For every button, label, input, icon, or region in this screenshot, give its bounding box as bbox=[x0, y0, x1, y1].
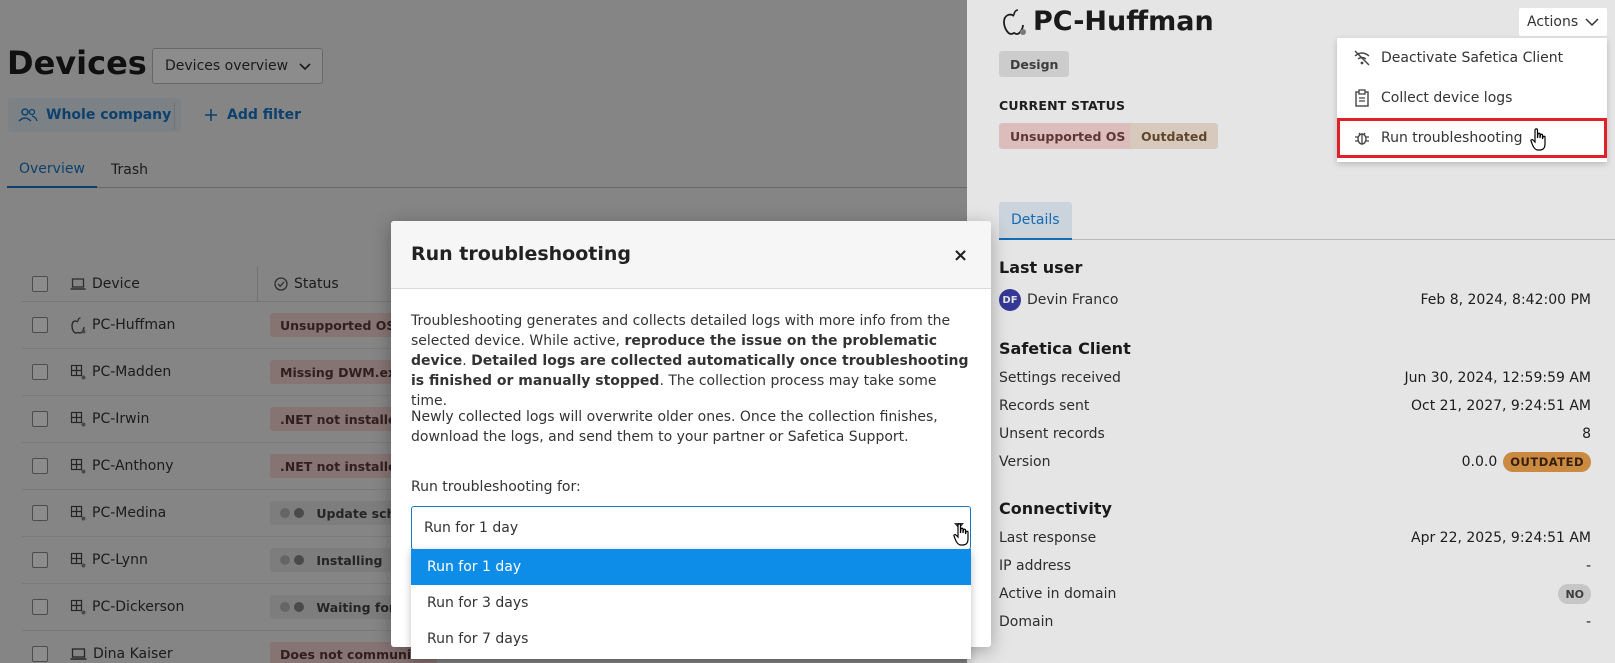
actions-menu: Deactivate Safetica Client Collect devic… bbox=[1337, 38, 1607, 162]
close-icon[interactable]: × bbox=[953, 245, 968, 266]
hand-cursor-icon bbox=[953, 523, 969, 546]
duration-select[interactable]: Run for 1 day bbox=[411, 506, 971, 550]
menu-item-label: Run troubleshooting bbox=[1381, 130, 1523, 146]
menu-item-collect-logs[interactable]: Collect device logs bbox=[1337, 78, 1607, 118]
hand-cursor-icon bbox=[1530, 128, 1546, 151]
clipboard-icon bbox=[1355, 89, 1369, 107]
duration-label: Run troubleshooting for: bbox=[411, 479, 581, 495]
menu-item-run-troubleshooting[interactable]: Run troubleshooting bbox=[1337, 118, 1607, 158]
run-troubleshooting-dialog: Run troubleshooting × Troubleshooting ge… bbox=[391, 221, 991, 659]
dialog-note: Newly collected logs will overwrite olde… bbox=[411, 409, 938, 445]
menu-item-deactivate-client[interactable]: Deactivate Safetica Client bbox=[1337, 38, 1607, 78]
option-1-day[interactable]: Run for 1 day bbox=[411, 549, 971, 585]
dialog-header: Run troubleshooting × bbox=[391, 221, 991, 289]
description-text: . bbox=[462, 353, 472, 369]
option-3-days[interactable]: Run for 3 days bbox=[411, 585, 971, 621]
menu-item-label: Collect device logs bbox=[1381, 90, 1513, 106]
duration-select-value: Run for 1 day bbox=[424, 520, 519, 536]
bug-icon bbox=[1355, 132, 1369, 145]
menu-item-label: Deactivate Safetica Client bbox=[1381, 50, 1564, 66]
actions-button[interactable]: Actions bbox=[1519, 8, 1607, 36]
option-7-days[interactable]: Run for 7 days bbox=[411, 621, 971, 657]
wifi-off-icon bbox=[1354, 50, 1370, 66]
dialog-description: Troubleshooting generates and collects d… bbox=[411, 311, 971, 411]
chevron-down-icon bbox=[1585, 18, 1599, 27]
actions-label: Actions bbox=[1527, 14, 1579, 30]
dialog-title: Run troubleshooting bbox=[411, 243, 631, 265]
duration-options: Run for 1 day Run for 3 days Run for 7 d… bbox=[411, 549, 971, 659]
